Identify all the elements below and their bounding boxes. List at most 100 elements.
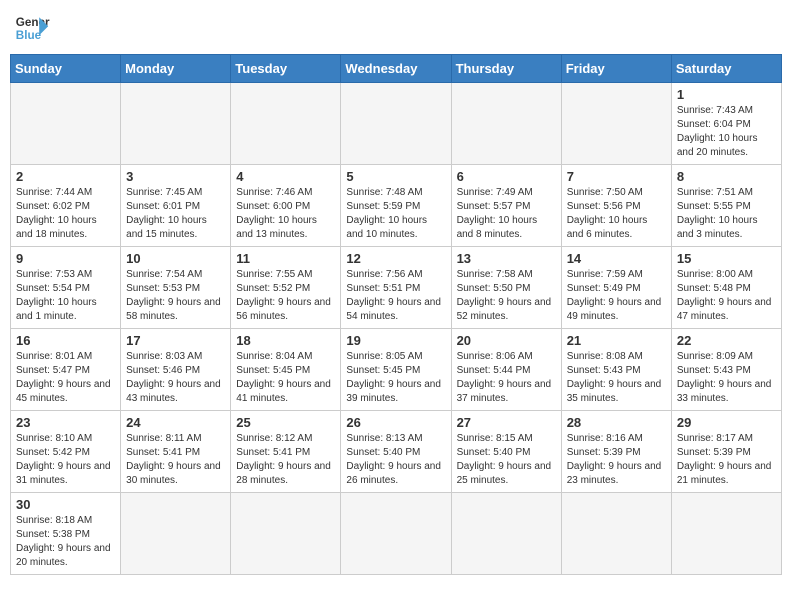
day-number: 27 [457, 415, 556, 430]
header: General Blue [10, 10, 782, 46]
calendar-cell [231, 83, 341, 165]
calendar-cell [451, 83, 561, 165]
day-info: Sunrise: 8:16 AM Sunset: 5:39 PM Dayligh… [567, 432, 666, 488]
calendar-cell: 11 Sunrise: 7:55 AM Sunset: 5:52 PM Dayli… [231, 247, 341, 329]
day-number: 15 [677, 251, 776, 266]
calendar-cell [121, 83, 231, 165]
calendar-cell: 10 Sunrise: 7:54 AM Sunset: 5:53 PM Dayli… [121, 247, 231, 329]
day-info: Sunrise: 7:54 AM Sunset: 5:53 PM Dayligh… [126, 268, 225, 324]
day-number: 12 [346, 251, 445, 266]
day-info: Sunrise: 8:04 AM Sunset: 5:45 PM Dayligh… [236, 350, 335, 406]
week-row-4: 16Sunrise: 8:01 AM Sunset: 5:47 PM Dayli… [11, 329, 782, 411]
week-row-6: 30 Sunrise: 8:18 AM Sunset: 5:38 PM Dayli… [11, 493, 782, 575]
calendar-cell [341, 493, 451, 575]
calendar-cell: 3Sunrise: 7:45 AM Sunset: 6:01 PM Daylig… [121, 165, 231, 247]
day-number: 25 [236, 415, 335, 430]
calendar-cell: 5Sunrise: 7:48 AM Sunset: 5:59 PM Daylig… [341, 165, 451, 247]
day-info: Sunrise: 8:13 AM Sunset: 5:40 PM Dayligh… [346, 432, 445, 488]
logo-icon: General Blue [14, 10, 50, 46]
day-number: 26 [346, 415, 445, 430]
day-info: Sunrise: 7:51 AM Sunset: 5:55 PM Dayligh… [677, 186, 776, 242]
calendar-cell: 18 Sunrise: 8:04 AM Sunset: 5:45 PM Dayli… [231, 329, 341, 411]
day-number: 10 [126, 251, 225, 266]
weekday-header-sunday: Sunday [11, 55, 121, 83]
calendar-cell: 19 Sunrise: 8:05 AM Sunset: 5:45 PM Dayli… [341, 329, 451, 411]
day-number: 14 [567, 251, 666, 266]
calendar-cell: 4 Sunrise: 7:46 AM Sunset: 6:00 PM Daylig… [231, 165, 341, 247]
calendar-cell: 22 Sunrise: 8:09 AM Sunset: 5:43 PM Dayli… [671, 329, 781, 411]
day-number: 7 [567, 169, 666, 184]
day-info: Sunrise: 8:12 AM Sunset: 5:41 PM Dayligh… [236, 432, 335, 488]
day-number: 17 [126, 333, 225, 348]
logo: General Blue [14, 10, 50, 46]
day-number: 23 [16, 415, 115, 430]
day-info: Sunrise: 7:48 AM Sunset: 5:59 PM Dayligh… [346, 186, 445, 242]
day-info: Sunrise: 7:50 AM Sunset: 5:56 PM Dayligh… [567, 186, 666, 242]
day-info: Sunrise: 8:06 AM Sunset: 5:44 PM Dayligh… [457, 350, 556, 406]
day-number: 30 [16, 497, 115, 512]
calendar-cell: 30 Sunrise: 8:18 AM Sunset: 5:38 PM Dayli… [11, 493, 121, 575]
calendar-cell: 24Sunrise: 8:11 AM Sunset: 5:41 PM Dayli… [121, 411, 231, 493]
day-number: 4 [236, 169, 335, 184]
day-number: 2 [16, 169, 115, 184]
day-number: 22 [677, 333, 776, 348]
weekday-header-tuesday: Tuesday [231, 55, 341, 83]
calendar-cell: 29 Sunrise: 8:17 AM Sunset: 5:39 PM Dayli… [671, 411, 781, 493]
day-number: 11 [236, 251, 335, 266]
day-info: Sunrise: 8:08 AM Sunset: 5:43 PM Dayligh… [567, 350, 666, 406]
day-number: 29 [677, 415, 776, 430]
day-number: 28 [567, 415, 666, 430]
calendar-cell: 2 Sunrise: 7:44 AM Sunset: 6:02 PM Daylig… [11, 165, 121, 247]
day-info: Sunrise: 7:44 AM Sunset: 6:02 PM Dayligh… [16, 186, 115, 242]
day-info: Sunrise: 7:43 AM Sunset: 6:04 PM Dayligh… [677, 104, 776, 160]
day-info: Sunrise: 7:49 AM Sunset: 5:57 PM Dayligh… [457, 186, 556, 242]
calendar-cell [121, 493, 231, 575]
calendar-cell: 6 Sunrise: 7:49 AM Sunset: 5:57 PM Daylig… [451, 165, 561, 247]
calendar-cell: 12Sunrise: 7:56 AM Sunset: 5:51 PM Dayli… [341, 247, 451, 329]
calendar-cell: 25 Sunrise: 8:12 AM Sunset: 5:41 PM Dayli… [231, 411, 341, 493]
weekday-header-monday: Monday [121, 55, 231, 83]
calendar-cell [11, 83, 121, 165]
week-row-2: 2 Sunrise: 7:44 AM Sunset: 6:02 PM Daylig… [11, 165, 782, 247]
weekday-header-row: SundayMondayTuesdayWednesdayThursdayFrid… [11, 55, 782, 83]
day-info: Sunrise: 8:10 AM Sunset: 5:42 PM Dayligh… [16, 432, 115, 488]
day-info: Sunrise: 8:17 AM Sunset: 5:39 PM Dayligh… [677, 432, 776, 488]
calendar-cell: 7 Sunrise: 7:50 AM Sunset: 5:56 PM Daylig… [561, 165, 671, 247]
weekday-header-friday: Friday [561, 55, 671, 83]
day-info: Sunrise: 7:55 AM Sunset: 5:52 PM Dayligh… [236, 268, 335, 324]
day-info: Sunrise: 7:59 AM Sunset: 5:49 PM Dayligh… [567, 268, 666, 324]
calendar-cell [561, 83, 671, 165]
calendar-cell: 1 Sunrise: 7:43 AM Sunset: 6:04 PM Daylig… [671, 83, 781, 165]
weekday-header-saturday: Saturday [671, 55, 781, 83]
calendar-cell: 9Sunrise: 7:53 AM Sunset: 5:54 PM Daylig… [11, 247, 121, 329]
day-info: Sunrise: 7:46 AM Sunset: 6:00 PM Dayligh… [236, 186, 335, 242]
day-number: 16 [16, 333, 115, 348]
day-number: 24 [126, 415, 225, 430]
day-number: 18 [236, 333, 335, 348]
calendar-cell: 23 Sunrise: 8:10 AM Sunset: 5:42 PM Dayli… [11, 411, 121, 493]
calendar-cell: 16Sunrise: 8:01 AM Sunset: 5:47 PM Dayli… [11, 329, 121, 411]
calendar-cell: 26 Sunrise: 8:13 AM Sunset: 5:40 PM Dayli… [341, 411, 451, 493]
day-info: Sunrise: 8:18 AM Sunset: 5:38 PM Dayligh… [16, 514, 115, 570]
day-number: 1 [677, 87, 776, 102]
svg-text:Blue: Blue [16, 29, 42, 42]
day-info: Sunrise: 8:05 AM Sunset: 5:45 PM Dayligh… [346, 350, 445, 406]
calendar-cell [451, 493, 561, 575]
day-number: 19 [346, 333, 445, 348]
calendar-cell: 27 Sunrise: 8:15 AM Sunset: 5:40 PM Dayli… [451, 411, 561, 493]
day-info: Sunrise: 7:58 AM Sunset: 5:50 PM Dayligh… [457, 268, 556, 324]
calendar-cell: 21 Sunrise: 8:08 AM Sunset: 5:43 PM Dayli… [561, 329, 671, 411]
day-number: 6 [457, 169, 556, 184]
day-number: 20 [457, 333, 556, 348]
day-info: Sunrise: 8:09 AM Sunset: 5:43 PM Dayligh… [677, 350, 776, 406]
calendar-cell [671, 493, 781, 575]
day-number: 21 [567, 333, 666, 348]
day-info: Sunrise: 8:03 AM Sunset: 5:46 PM Dayligh… [126, 350, 225, 406]
day-info: Sunrise: 8:15 AM Sunset: 5:40 PM Dayligh… [457, 432, 556, 488]
week-row-1: 1 Sunrise: 7:43 AM Sunset: 6:04 PM Daylig… [11, 83, 782, 165]
calendar-cell: 8Sunrise: 7:51 AM Sunset: 5:55 PM Daylig… [671, 165, 781, 247]
week-row-5: 23 Sunrise: 8:10 AM Sunset: 5:42 PM Dayli… [11, 411, 782, 493]
weekday-header-thursday: Thursday [451, 55, 561, 83]
calendar-cell: 15Sunrise: 8:00 AM Sunset: 5:48 PM Dayli… [671, 247, 781, 329]
day-number: 3 [126, 169, 225, 184]
